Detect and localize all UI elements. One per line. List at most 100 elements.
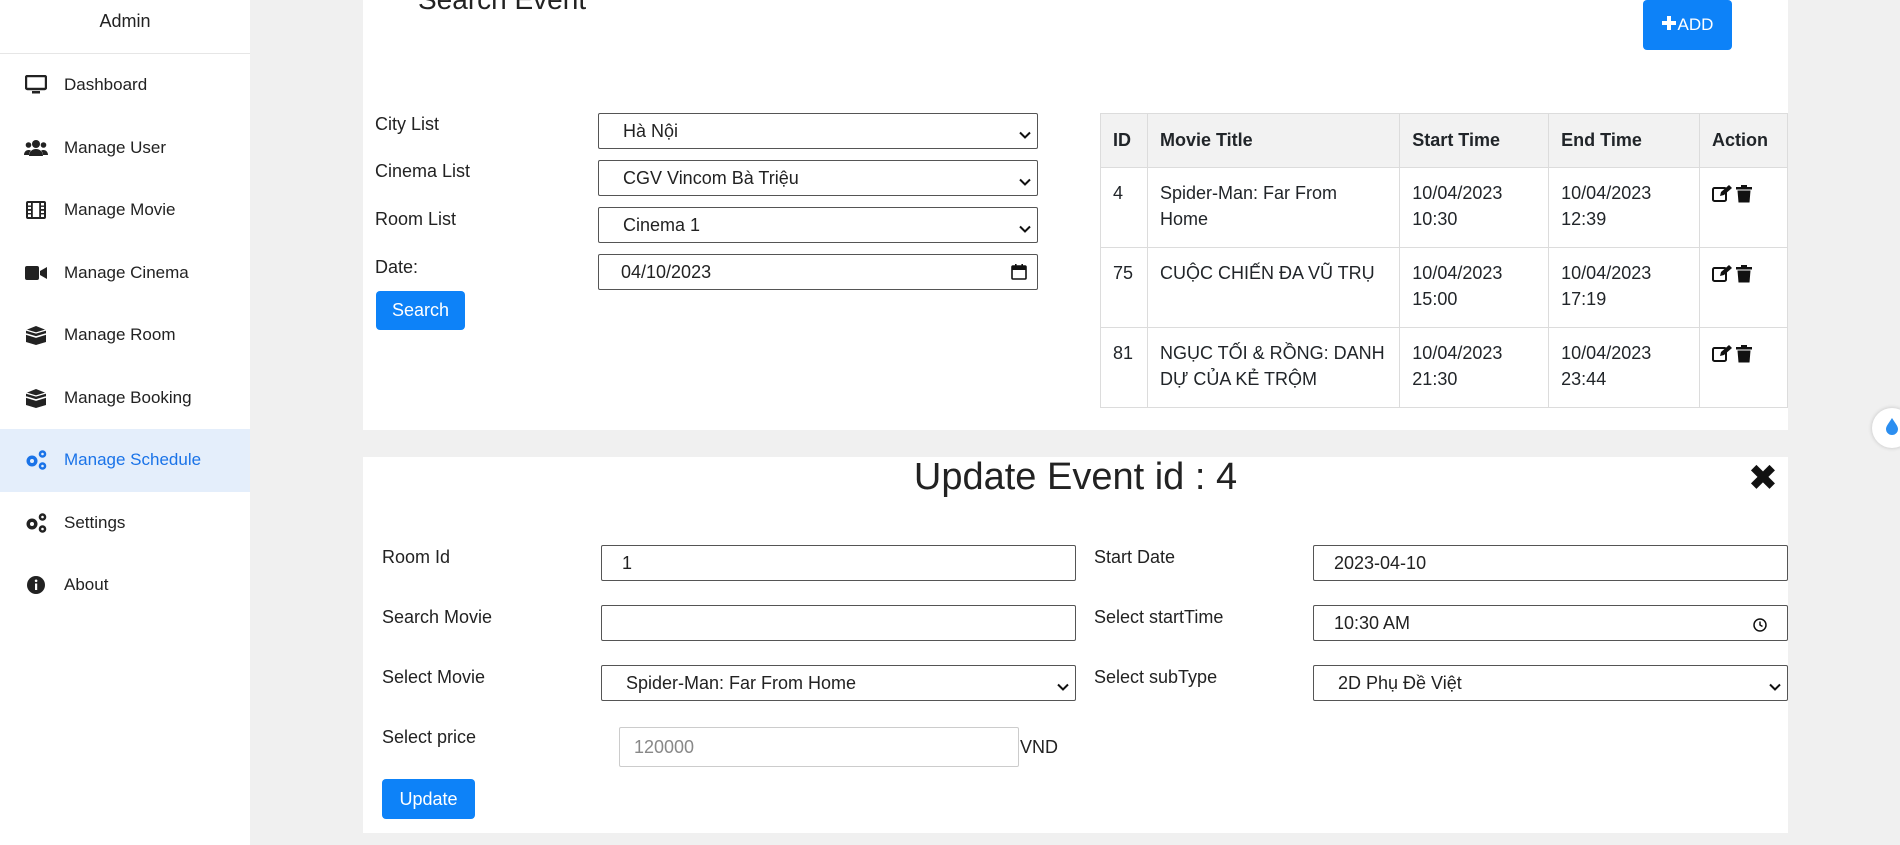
sidebar-item-settings[interactable]: Settings [0,492,250,555]
sidebar-item-label: About [64,575,109,595]
date-input[interactable]: 04/10/2023 [598,254,1038,290]
table-row: 81 NGỤC TỐI & RỒNG: DANH DỰ CỦA KẺ TRỘM … [1100,327,1788,408]
column-header-movie-title: Movie Title [1146,113,1401,168]
close-icon[interactable]: ✖ [1748,457,1778,499]
start-time-value: 10:30 AM [1334,612,1411,633]
sidebar-item-manage-cinema[interactable]: Manage Cinema [0,242,250,305]
sidebar-brand: Admin [0,0,250,54]
cell-start-time: 10/04/2023 21:30 [1399,327,1550,408]
cell-id: 81 [1100,327,1148,408]
edit-icon[interactable] [1712,344,1732,370]
room-id-value: 1 [622,552,633,573]
trash-icon[interactable] [1736,184,1752,210]
chevron-down-icon [1019,172,1031,193]
edit-icon[interactable] [1712,264,1732,290]
subtype-value: 2D Phụ Đề Việt [1338,672,1462,693]
add-label: ADD [1677,15,1714,34]
search-movie-label: Search Movie [382,607,493,627]
sidebar-item-label: Settings [64,512,126,532]
edit-icon[interactable] [1712,184,1732,210]
search-movie-input[interactable] [601,605,1076,641]
cell-start-time: 10/04/2023 15:00 [1399,247,1550,328]
city-select-value: Hà Nội [623,120,679,141]
room-id-input[interactable]: 1 [601,545,1076,581]
chevron-down-icon [1019,125,1031,146]
cell-start-time: 10/04/2023 10:30 [1399,167,1550,248]
start-date-value: 2023-04-10 [1334,552,1427,573]
sidebar-item-dashboard[interactable]: Dashboard [0,54,250,117]
column-header-action: Action [1699,113,1788,168]
start-time-input[interactable]: 10:30 AM [1313,605,1788,641]
cell-action [1699,247,1788,328]
sidebar-item-label: Manage Movie [64,200,176,220]
chevron-down-icon [1057,677,1069,698]
add-event-button[interactable]: ADD [1643,0,1732,50]
cell-action [1699,327,1788,408]
events-table: ID Movie Title Start Time End Time Actio… [1100,113,1788,408]
column-header-id: ID [1100,113,1148,168]
sidebar-menu: Dashboard Manage User Manage Movie Manag… [0,54,250,617]
table-header-row: ID Movie Title Start Time End Time Actio… [1100,113,1788,168]
sidebar-item-manage-booking[interactable]: Manage Booking [0,367,250,430]
clock-icon[interactable] [1753,616,1767,637]
page-title: Search Event [418,0,586,16]
film-icon [24,198,48,222]
start-date-label: Start Date [1094,547,1176,567]
column-header-start-time: Start Time [1399,113,1550,168]
price-label: Select price [382,727,477,747]
price-placeholder: 120000 [634,736,695,757]
floating-extension-button[interactable] [1872,408,1900,448]
city-select[interactable]: Hà Nội [598,113,1038,149]
table-row: 4 Spider-Man: Far From Home 10/04/2023 1… [1100,167,1788,248]
price-input[interactable]: 120000 [619,727,1019,767]
water-drop-icon [1883,417,1900,440]
update-button[interactable]: Update [382,779,475,819]
booking-icon [24,386,48,410]
cell-movie-title: CUỘC CHIẾN ĐA VŨ TRỤ [1146,247,1401,328]
table-row: 75 CUỘC CHIẾN ĐA VŨ TRỤ 10/04/2023 15:00… [1100,247,1788,328]
cell-end-time: 10/04/2023 23:44 [1548,327,1700,408]
cinema-label: Cinema List [375,161,471,181]
calendar-icon[interactable] [1011,264,1027,285]
sidebar-item-label: Manage Room [64,325,176,345]
room-select[interactable]: Cinema 1 [598,207,1038,243]
trash-icon[interactable] [1736,344,1752,370]
select-movie-dropdown[interactable]: Spider-Man: Far From Home [601,665,1076,701]
sidebar-item-manage-movie[interactable]: Manage Movie [0,179,250,242]
video-camera-icon [24,261,48,285]
sidebar-item-label: Manage User [64,137,167,157]
cell-action [1699,167,1788,248]
start-date-input[interactable]: 2023-04-10 [1313,545,1788,581]
cinema-select-value: CGV Vincom Bà Triệu [623,167,799,188]
cogs-icon [24,448,48,472]
sidebar-item-label: Manage Booking [64,387,192,407]
room-icon [24,323,48,347]
select-movie-value: Spider-Man: Far From Home [626,672,857,693]
users-icon [24,136,48,160]
city-label: City List [375,114,440,134]
info-icon [24,573,48,597]
cell-id: 4 [1100,167,1148,248]
trash-icon[interactable] [1736,264,1752,290]
cell-end-time: 10/04/2023 12:39 [1548,167,1700,248]
sidebar-item-manage-schedule[interactable]: Manage Schedule [0,429,250,492]
subtype-label: Select subType [1094,667,1218,687]
cell-movie-title: NGỤC TỐI & RỒNG: DANH DỰ CỦA KẺ TRỘM [1146,327,1401,408]
chevron-down-icon [1019,219,1031,240]
cogs-icon [24,511,48,535]
sidebar-item-manage-room[interactable]: Manage Room [0,304,250,367]
start-time-label: Select startTime [1094,607,1224,627]
chevron-down-icon [1769,677,1781,698]
sidebar-item-about[interactable]: About [0,554,250,617]
sidebar-item-label: Manage Cinema [64,262,189,282]
cinema-select[interactable]: CGV Vincom Bà Triệu [598,160,1038,196]
select-movie-label: Select Movie [382,667,486,687]
search-event-panel: Search Event ADD City List Hà Nội Cinema… [363,0,1788,430]
update-event-panel: Update Event id : 4 ✖ Room Id 1 Search M… [363,457,1788,833]
sidebar-item-manage-user[interactable]: Manage User [0,117,250,180]
subtype-select[interactable]: 2D Phụ Đề Việt [1313,665,1788,701]
search-button[interactable]: Search [376,291,465,330]
sidebar-item-label: Dashboard [64,75,148,95]
room-id-label: Room Id [382,547,451,567]
sidebar: Admin Dashboard Manage User Manage Movie… [0,0,250,845]
